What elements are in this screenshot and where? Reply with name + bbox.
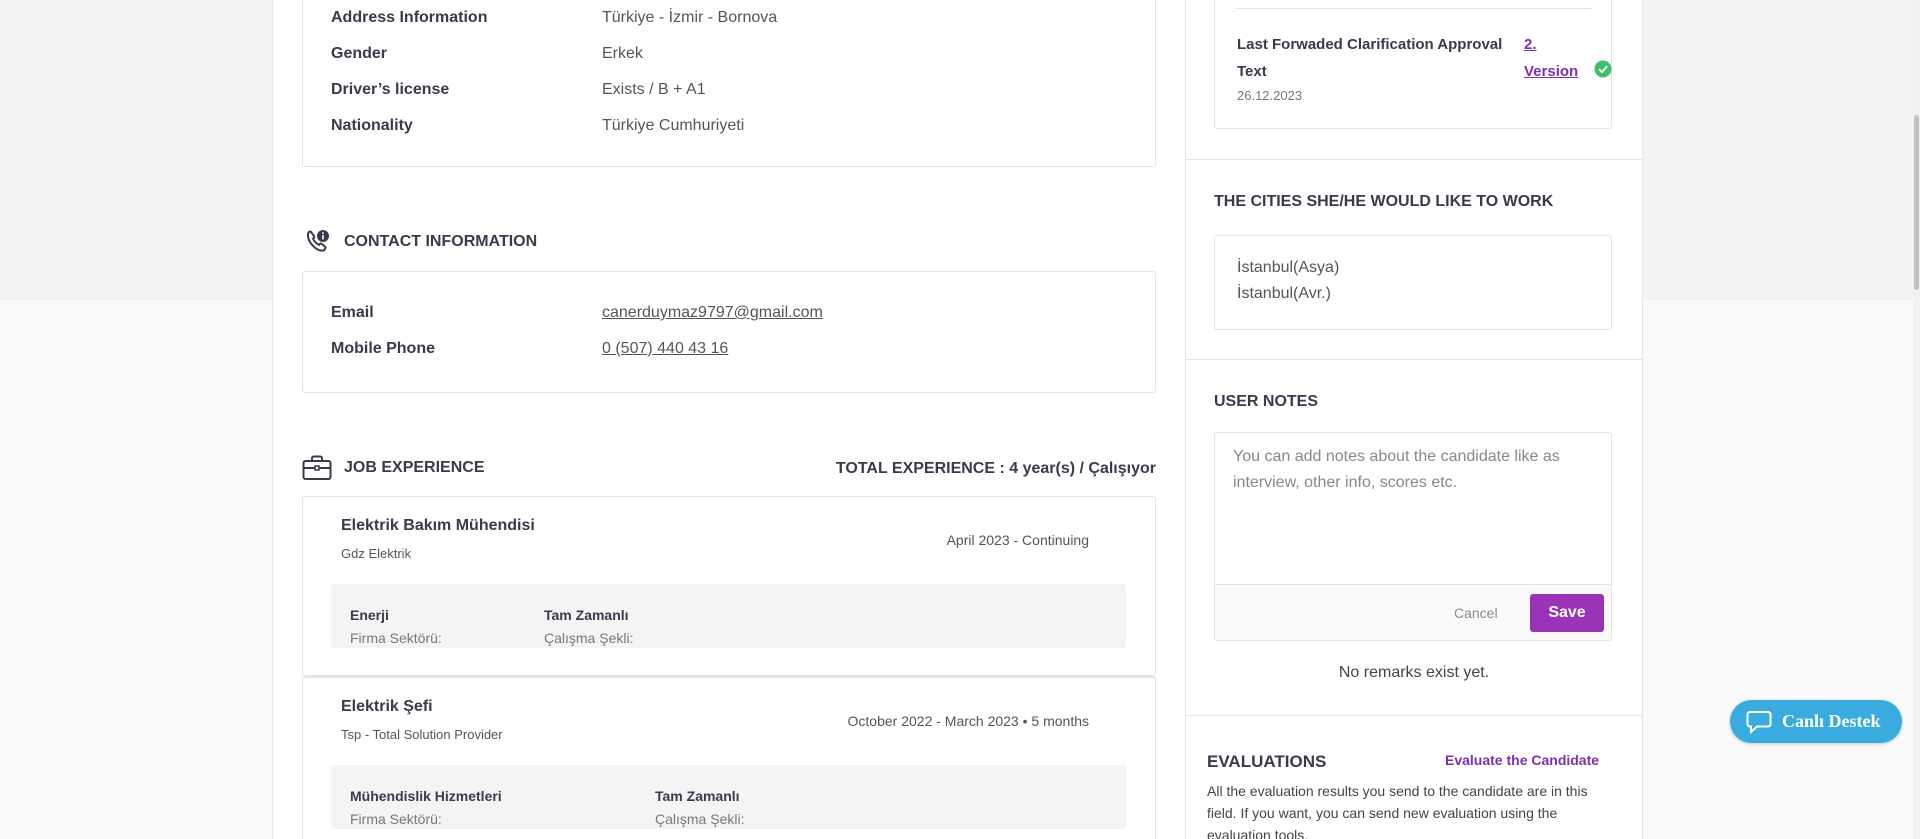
notes-title: USER NOTES	[1214, 393, 1319, 410]
sector-label: Firma Sektörü:	[350, 630, 442, 646]
job-company: Gdz Elektrik	[341, 546, 412, 561]
info-value: Türkiye Cumhuriyeti	[602, 117, 745, 134]
phone-label: Mobile Phone	[331, 340, 435, 357]
live-support-button[interactable]: Canlı Destek	[1730, 700, 1902, 743]
briefcase-icon	[302, 453, 332, 483]
check-circle-icon	[1594, 60, 1612, 83]
save-button[interactable]: Save	[1530, 594, 1604, 632]
evaluations-description: All the evaluation results you send to t…	[1207, 783, 1588, 839]
scrollbar-thumb[interactable]	[1914, 115, 1919, 290]
city-item: İstanbul(Asya)	[1237, 259, 1340, 276]
job-meta: Firma Sektörü: Enerji Çalışma Şekli: Tam…	[331, 584, 1126, 648]
experience-section-title: JOB EXPERIENCE	[344, 459, 485, 476]
info-value: Türkiye - İzmir - Bornova	[602, 9, 778, 26]
job-title: Elektrik Bakım Mühendisi	[341, 517, 535, 534]
approval-label: Last Forwaded Clarification Approval Tex…	[1237, 36, 1503, 80]
phone-link[interactable]: 0 (507) 440 43 16	[602, 340, 728, 357]
email-link[interactable]: canerduymaz9797@gmail.com	[602, 304, 823, 321]
chat-bubble-icon	[1746, 709, 1772, 735]
info-label: Address Information	[331, 9, 488, 26]
version-link[interactable]: 2. Version	[1524, 31, 1584, 85]
approval-box: Last Forwaded Clarification Approval Tex…	[1214, 0, 1612, 129]
contact-section-title: CONTACT INFORMATION	[344, 233, 538, 250]
live-support-label: Canlı Destek	[1782, 711, 1881, 731]
cancel-button[interactable]: Cancel	[1454, 605, 1498, 621]
approval-date: 26.12.2023	[1237, 88, 1303, 103]
info-value: Exists / B + A1	[602, 81, 706, 98]
email-label: Email	[331, 304, 374, 321]
info-label: Driver’s license	[331, 81, 450, 98]
phone-info-icon	[302, 227, 332, 257]
evaluate-candidate-link[interactable]: Evaluate the Candidate	[1445, 752, 1599, 768]
contact-card: Email canerduymaz9797@gmail.com Mobile P…	[302, 271, 1156, 393]
right-sidebar: Last Forwaded Clarification Approval Tex…	[1185, 0, 1642, 839]
contact-section-header: CONTACT INFORMATION	[302, 227, 537, 257]
info-value: Erkek	[602, 45, 643, 62]
cities-section: THE CITIES SHE/HE WOULD LIKE TO WORK İst…	[1186, 160, 1642, 360]
cities-title: THE CITIES SHE/HE WOULD LIKE TO WORK	[1214, 193, 1554, 210]
user-notes-section: USER NOTES You can add notes about the c…	[1186, 360, 1642, 716]
info-label: Nationality	[331, 117, 413, 134]
cities-box: İstanbul(Asya) İstanbul(Avr.)	[1214, 235, 1612, 330]
job-title: Elektrik Şefi	[341, 698, 433, 715]
job-item: Elektrik Bakım Mühendisi Gdz Elektrik Ap…	[302, 496, 1156, 676]
evaluations-section: EVALUATIONS Evaluate the Candidate All t…	[1186, 716, 1642, 839]
job-company: Tsp - Total Solution Provider	[341, 727, 503, 742]
approval-divider	[1235, 8, 1591, 9]
work-type-value: Tam Zamanlı	[655, 788, 740, 804]
job-item: Elektrik Şefi Tsp - Total Solution Provi…	[302, 676, 1156, 839]
sector-value: Enerji	[350, 607, 389, 623]
job-meta: Firma Sektörü: Mühendislik Hizmetleri Ça…	[331, 765, 1126, 829]
sector-value: Mühendislik Hizmetleri	[350, 788, 502, 804]
work-type-label: Çalışma Şekli:	[655, 811, 745, 827]
notes-box: You can add notes about the candidate li…	[1214, 432, 1612, 641]
city-item: İstanbul(Avr.)	[1237, 285, 1331, 302]
notes-empty-text: No remarks exist yet.	[1338, 664, 1490, 681]
evaluations-title: EVALUATIONS	[1207, 752, 1327, 771]
job-date: April 2023 - Continuing	[946, 532, 1089, 548]
personal-info-card: Address Information Türkiye - İzmir - Bo…	[302, 0, 1156, 167]
approval-section: Last Forwaded Clarification Approval Tex…	[1186, 0, 1642, 160]
work-type-value: Tam Zamanlı	[544, 607, 629, 623]
sector-label: Firma Sektörü:	[350, 811, 442, 827]
total-experience: TOTAL EXPERIENCE : 4 year(s) / Çalışıyor	[835, 460, 1156, 477]
notes-footer: Cancel Save	[1215, 584, 1611, 640]
notes-textarea[interactable]: You can add notes about the candidate li…	[1215, 433, 1611, 583]
job-date: October 2022 - March 2023 • 5 months	[847, 713, 1089, 729]
experience-section-header: JOB EXPERIENCE	[302, 453, 484, 483]
work-type-label: Çalışma Şekli:	[544, 630, 634, 646]
info-label: Gender	[331, 45, 388, 62]
